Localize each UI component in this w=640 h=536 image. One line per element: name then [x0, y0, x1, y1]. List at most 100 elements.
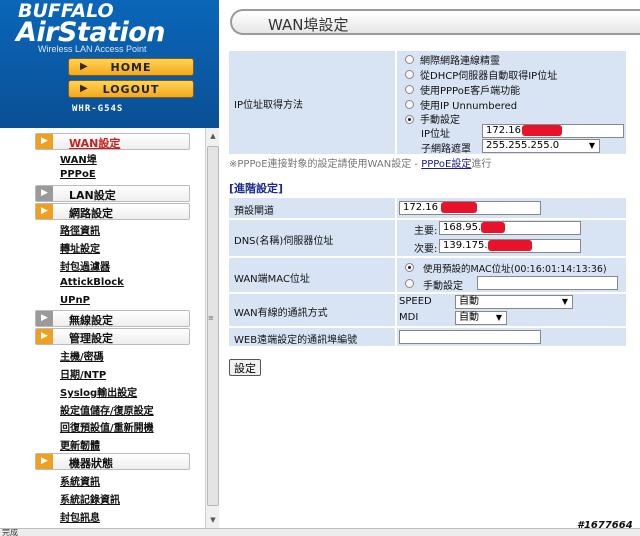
ip-address-value: 172.16: [486, 125, 521, 136]
default-mac-label: 使用預設的MAC位址(00:16:01:14:13:36): [423, 264, 607, 275]
pppoe-note: ※PPPoE連接對象的設定請使用WAN設定 - PPPoE設定進行: [229, 155, 491, 170]
ip-method-label-cell: IP位址取得方法: [229, 51, 395, 154]
advanced-settings-table: 預設閘道 172.16 DNS(名稱)伺服器位址 主要: 168.95. 次要:…: [229, 198, 626, 346]
sidebar-section-management[interactable]: ▶ 管理設定: [35, 328, 190, 345]
option-label: 手動設定: [420, 115, 460, 126]
logout-button[interactable]: ▶ LOGOUT: [68, 80, 194, 98]
radio-manual[interactable]: [405, 115, 414, 124]
link-value-cell: SPEED 自動 ▼ MDI 自動 ▼: [397, 294, 626, 326]
chevron-down-icon: ▼: [588, 141, 595, 150]
dns-primary-label: 主要:: [414, 226, 438, 237]
web-port-label-cell: WEB遠端設定的通訊埠編號: [229, 328, 395, 346]
folder-open-icon: ▶: [36, 329, 53, 344]
subnet-mask-select[interactable]: 255.255.255.0 ▼: [482, 139, 600, 153]
sidebar-section-wireless[interactable]: ▶ 無線設定: [35, 310, 190, 327]
sidebar-section-label: WAN設定: [69, 137, 121, 150]
sidebar-item-host-password[interactable]: 主機/密碼: [60, 348, 104, 363]
arrow-right-icon: ▶: [80, 61, 89, 72]
status-text: 完成: [2, 528, 18, 536]
speed-select[interactable]: 自動 ▼: [455, 295, 573, 309]
content-frame: WAN埠設定 IP位址取得方法 網際網路連線精靈 從DHCP伺服器自動取得IP位…: [220, 0, 640, 528]
sidebar-section-lan[interactable]: ▶ LAN設定: [35, 185, 190, 202]
link-label: WAN有線的通訊方式: [234, 308, 328, 319]
apply-button[interactable]: 設定: [229, 359, 261, 376]
pppoe-note-suffix: 進行: [471, 159, 492, 170]
sidebar-item-attack-block[interactable]: AttickBlock: [60, 277, 124, 288]
radio-ip-unnumbered[interactable]: [405, 100, 414, 109]
gateway-value: 172.16: [403, 202, 438, 213]
sidebar-section-wan[interactable]: ▶ WAN設定: [35, 133, 190, 150]
sidebar-section-status[interactable]: ▶ 機器狀態: [35, 453, 190, 470]
option-label: 使用PPPoE客戶端功能: [420, 86, 521, 97]
web-port-value-cell: [397, 328, 626, 346]
dns-secondary-label: 次要:: [414, 244, 438, 255]
status-bar: 完成: [0, 528, 640, 536]
left-frame: BUFFALO AirStation Wireless LAN Access P…: [0, 0, 219, 528]
sidebar-item-port-forwarding[interactable]: 轉址設定: [60, 240, 100, 255]
speed-label: SPEED: [399, 296, 432, 307]
sidebar-item-packet-info[interactable]: 封包訊息: [60, 509, 100, 524]
sidebar-item-firmware-update[interactable]: 更新韌體: [60, 437, 100, 452]
web-port-input[interactable]: [399, 330, 541, 344]
sidebar-section-network[interactable]: ▶ 網路設定: [35, 203, 190, 220]
dns-primary-value: 168.95.: [443, 222, 482, 233]
folder-closed-icon: ▶: [36, 186, 53, 201]
manual-mac-input[interactable]: [477, 276, 618, 290]
sidebar-item-wan-port[interactable]: WAN埠: [60, 151, 97, 166]
sidebar-item-upnp[interactable]: UPnP: [60, 295, 90, 306]
sidebar-item-save-restore[interactable]: 設定值儲存/復原設定: [60, 402, 154, 417]
scrollbar-thumb[interactable]: [207, 146, 219, 506]
redaction-mark: [488, 240, 532, 251]
folder-open-icon: ▶: [36, 454, 53, 469]
option-label: 使用IP Unnumbered: [420, 101, 518, 112]
mac-value-cell: 使用預設的MAC位址(00:16:01:14:13:36) 手動設定: [397, 258, 626, 292]
radio-pppoe[interactable]: [405, 85, 414, 94]
page-title-bar: WAN埠設定: [230, 9, 640, 35]
sidebar-item-system-log[interactable]: 系統記錄資訊: [60, 491, 120, 506]
sidebar-item-date-ntp[interactable]: 日期/NTP: [60, 366, 106, 381]
mdi-label: MDI: [399, 312, 419, 323]
sidebar-scrollbar[interactable]: ▲ ≡ ▼: [205, 128, 219, 528]
ip-method-label: IP位址取得方法: [234, 100, 303, 111]
sidebar-item-packet-filter[interactable]: 封包過濾器: [60, 258, 110, 273]
radio-internet-wizard[interactable]: [405, 55, 414, 64]
brand-banner: BUFFALO AirStation Wireless LAN Access P…: [0, 0, 219, 128]
sidebar-item-pppoe[interactable]: PPPoE: [60, 169, 96, 180]
mdi-select[interactable]: 自動 ▼: [455, 311, 507, 325]
manual-mac-label: 手動設定: [423, 281, 463, 292]
sidebar-section-label: 機器狀態: [69, 457, 113, 470]
subnet-mask-value: 255.255.255.0: [486, 140, 560, 151]
mdi-value: 自動: [459, 312, 479, 323]
sidebar-item-reset-reboot[interactable]: 回復預設值/重新開機: [60, 419, 154, 434]
gateway-label: 預設閘道: [234, 206, 274, 217]
dns-label: DNS(名稱)伺服器位址: [234, 236, 334, 247]
sidebar-item-syslog[interactable]: Syslog輸出設定: [60, 384, 137, 399]
home-button[interactable]: ▶ HOME: [68, 58, 194, 76]
mac-label-cell: WAN端MAC位址: [229, 258, 395, 292]
arrow-right-icon: ▶: [80, 83, 89, 94]
sidebar-item-system-info[interactable]: 系統資訊: [60, 473, 100, 488]
dns-secondary-value: 139.175.: [443, 240, 488, 251]
sidebar-item-routing[interactable]: 路徑資訊: [60, 222, 100, 237]
gateway-label-cell: 預設閘道: [229, 198, 395, 218]
scroll-up-icon[interactable]: ▲: [207, 130, 219, 142]
radio-manual-mac[interactable]: [405, 279, 414, 288]
radio-default-mac[interactable]: [405, 263, 414, 272]
folder-closed-icon: ▶: [36, 311, 53, 326]
scroll-down-icon[interactable]: ▼: [207, 514, 219, 526]
redaction-mark: [441, 202, 477, 213]
radio-dhcp[interactable]: [405, 70, 414, 79]
dns-primary-input[interactable]: 168.95.: [439, 221, 581, 235]
option-label: 網際網路連線精靈: [420, 56, 500, 67]
ip-address-label: IP位址: [421, 129, 450, 140]
sidebar-section-label: 網路設定: [69, 207, 113, 220]
redaction-mark: [481, 222, 505, 233]
advanced-settings-heading: [進階設定]: [229, 182, 284, 195]
folder-open-icon: ▶: [36, 204, 53, 219]
redaction-mark: [522, 125, 562, 136]
dns-label-cell: DNS(名稱)伺服器位址: [229, 220, 395, 256]
ip-method-options-cell: 網際網路連線精靈 從DHCP伺服器自動取得IP位址 使用PPPoE客戶端功能 使…: [397, 51, 626, 155]
subnet-mask-label: 子網路遮罩: [421, 144, 471, 155]
pppoe-settings-link[interactable]: PPPoE設定: [421, 159, 471, 170]
watermark: #1677664: [577, 520, 633, 531]
